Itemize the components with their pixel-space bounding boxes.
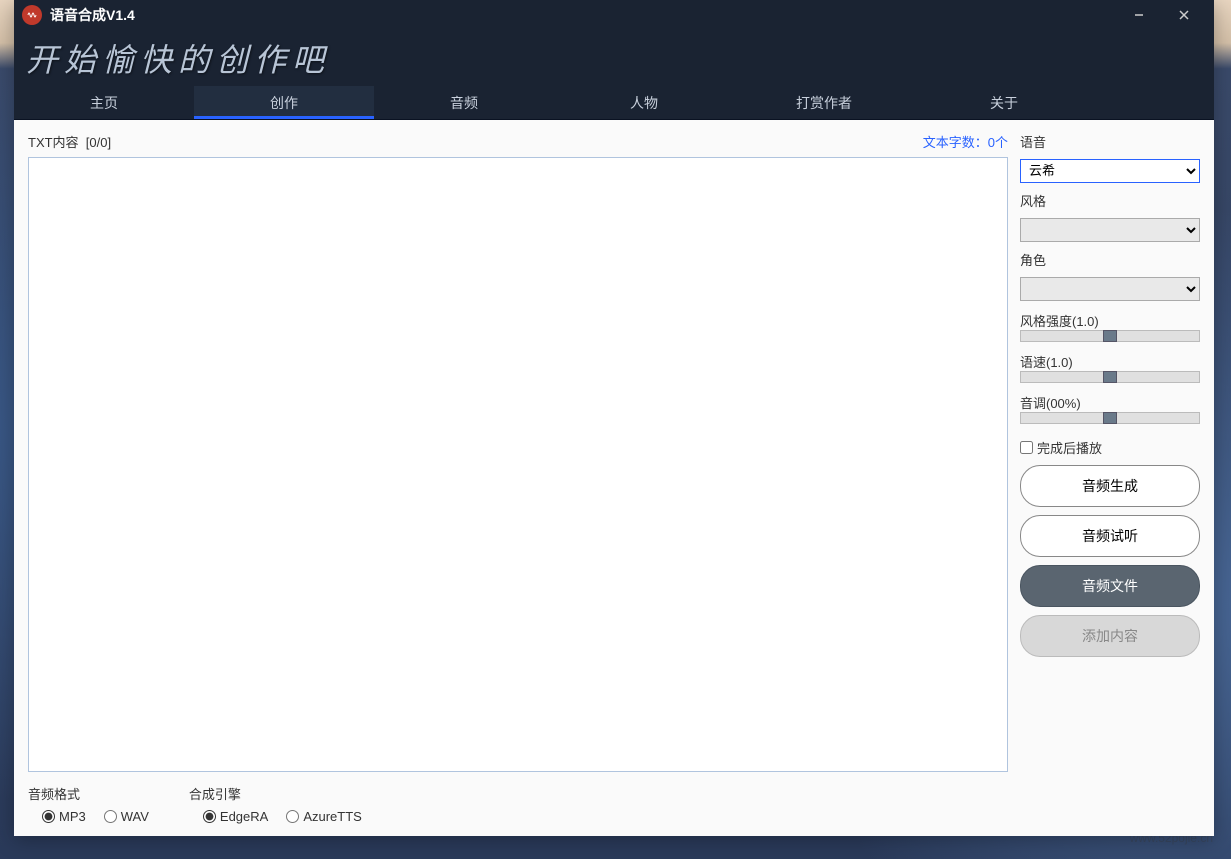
pitch-slider[interactable] bbox=[1020, 412, 1200, 424]
tab-create[interactable]: 创作 bbox=[194, 86, 374, 119]
speed-label: 语速(1.0) bbox=[1020, 352, 1200, 371]
generate-button[interactable]: 音频生成 bbox=[1020, 465, 1200, 507]
radio-wav[interactable]: WAV bbox=[104, 809, 149, 824]
group-label: 音频格式 bbox=[28, 784, 149, 803]
role-label: 角色 bbox=[1020, 250, 1200, 269]
text-input[interactable] bbox=[28, 157, 1008, 772]
header: 开始愉快的创作吧 bbox=[14, 30, 1214, 86]
tab-about[interactable]: 关于 bbox=[914, 86, 1094, 119]
tab-home[interactable]: 主页 bbox=[14, 86, 194, 119]
pitch-label: 音调(00%) bbox=[1020, 393, 1200, 412]
right-panel: 语音 云希 风格 角色 风格强度(1.0) 语速(1.0) 音调(00%) bbox=[1020, 132, 1200, 824]
speed-group: 语速(1.0) bbox=[1020, 352, 1200, 383]
style-select[interactable] bbox=[1020, 218, 1200, 242]
tab-label: 关于 bbox=[990, 93, 1018, 113]
close-button[interactable] bbox=[1161, 0, 1206, 30]
minimize-button[interactable] bbox=[1116, 0, 1161, 30]
close-icon bbox=[1178, 9, 1190, 21]
preview-button[interactable]: 音频试听 bbox=[1020, 515, 1200, 557]
speed-slider[interactable] bbox=[1020, 371, 1200, 383]
intensity-slider[interactable] bbox=[1020, 330, 1200, 342]
tab-donate[interactable]: 打赏作者 bbox=[734, 86, 914, 119]
group-label: 合成引擎 bbox=[189, 784, 362, 803]
tab-audio[interactable]: 音频 bbox=[374, 86, 554, 119]
play-after-checkbox[interactable]: 完成后播放 bbox=[1020, 438, 1200, 457]
intensity-label: 风格强度(1.0) bbox=[1020, 311, 1200, 330]
slider-thumb[interactable] bbox=[1103, 412, 1117, 424]
slider-thumb[interactable] bbox=[1103, 330, 1117, 342]
files-button[interactable]: 音频文件 bbox=[1020, 565, 1200, 607]
style-label: 风格 bbox=[1020, 191, 1200, 210]
minimize-icon bbox=[1133, 9, 1145, 21]
editor-label: TXT内容 [0/0] bbox=[28, 132, 111, 151]
tab-label: 打赏作者 bbox=[796, 93, 852, 113]
content-area: TXT内容 [0/0] 文本字数：0个 音频格式 MP3 WAV 合成引擎 bbox=[14, 120, 1214, 836]
slogan: 开始愉快的创作吧 bbox=[26, 35, 330, 81]
checkbox-label: 完成后播放 bbox=[1037, 438, 1102, 457]
window-title: 语音合成V1.4 bbox=[50, 5, 135, 25]
role-select[interactable] bbox=[1020, 277, 1200, 301]
voice-select[interactable]: 云希 bbox=[1020, 159, 1200, 183]
app-icon bbox=[22, 5, 42, 25]
left-panel: TXT内容 [0/0] 文本字数：0个 音频格式 MP3 WAV 合成引擎 bbox=[28, 132, 1008, 824]
editor-header: TXT内容 [0/0] 文本字数：0个 bbox=[28, 132, 1008, 151]
app-window: 语音合成V1.4 开始愉快的创作吧 主页 创作 音频 人物 打赏作者 关于 TX… bbox=[14, 0, 1214, 836]
add-content-button: 添加内容 bbox=[1020, 615, 1200, 657]
intensity-group: 风格强度(1.0) bbox=[1020, 311, 1200, 342]
pitch-group: 音调(00%) bbox=[1020, 393, 1200, 424]
slider-thumb[interactable] bbox=[1103, 371, 1117, 383]
audio-format-group: 音频格式 MP3 WAV bbox=[28, 784, 149, 824]
tab-label: 主页 bbox=[90, 93, 118, 113]
engine-group: 合成引擎 EdgeRA AzureTTS bbox=[189, 784, 362, 824]
radio-mp3[interactable]: MP3 bbox=[42, 809, 86, 824]
tab-label: 人物 bbox=[630, 93, 658, 113]
radio-edgera[interactable]: EdgeRA bbox=[203, 809, 268, 824]
tab-label: 创作 bbox=[270, 93, 298, 113]
titlebar-controls bbox=[1116, 0, 1206, 30]
tab-label: 音频 bbox=[450, 93, 478, 113]
bottom-options: 音频格式 MP3 WAV 合成引擎 EdgeRA AzureTTS bbox=[28, 784, 1008, 824]
voice-label: 语音 bbox=[1020, 132, 1200, 151]
titlebar: 语音合成V1.4 bbox=[14, 0, 1214, 30]
radio-azuretts[interactable]: AzureTTS bbox=[286, 809, 362, 824]
char-count: 文本字数：0个 bbox=[923, 132, 1008, 151]
tab-character[interactable]: 人物 bbox=[554, 86, 734, 119]
tab-bar: 主页 创作 音频 人物 打赏作者 关于 bbox=[14, 86, 1214, 120]
